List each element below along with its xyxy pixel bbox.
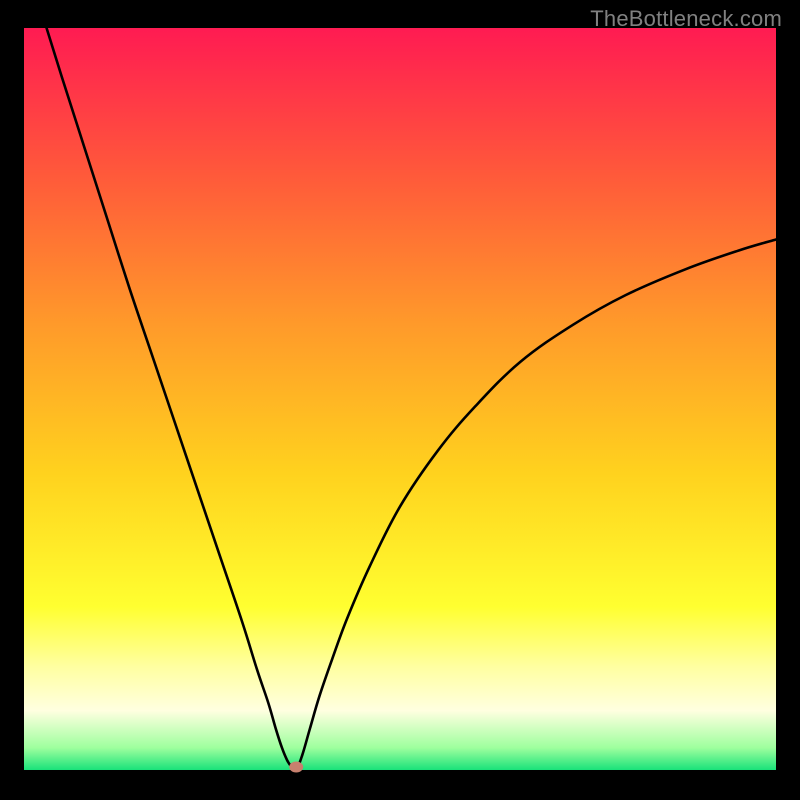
plot-background: [24, 28, 776, 770]
bottleneck-chart: [0, 0, 800, 800]
chart-frame: { "watermark": "TheBottleneck.com", "col…: [0, 0, 800, 800]
optimal-point-icon: [289, 762, 303, 773]
watermark-label: TheBottleneck.com: [590, 6, 782, 32]
